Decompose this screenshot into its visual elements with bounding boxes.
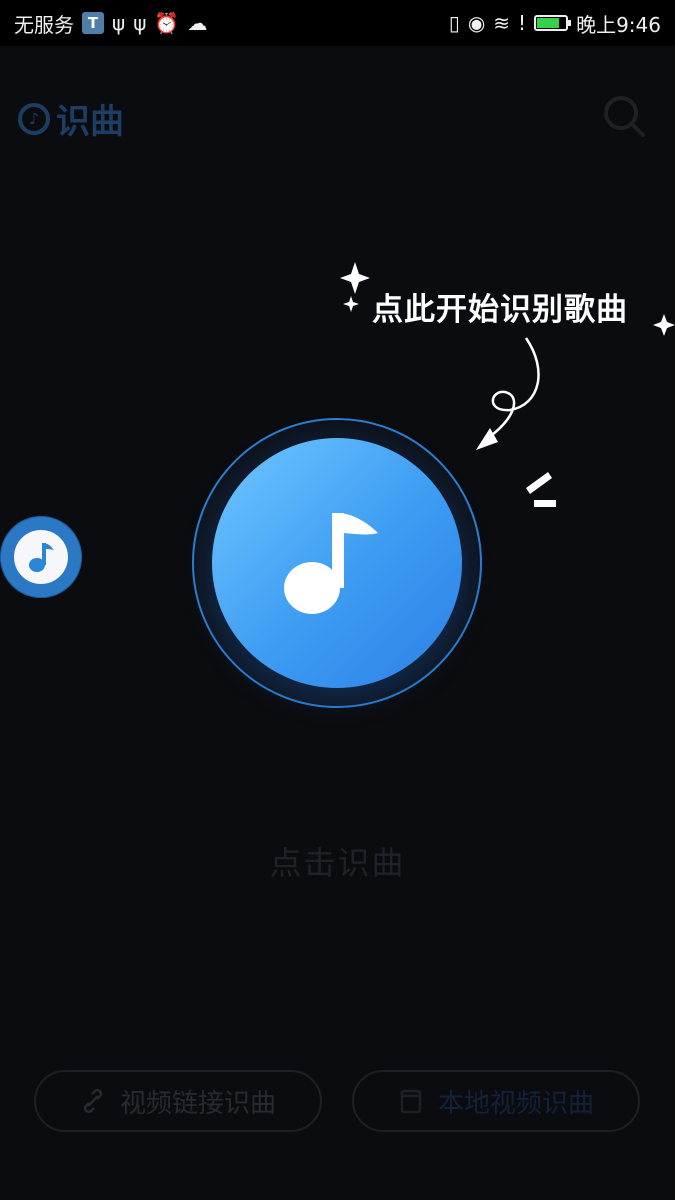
battery-icon <box>534 15 572 31</box>
brand-label: 识曲 <box>56 102 124 142</box>
recognize-button[interactable] <box>212 438 462 688</box>
music-note-icon <box>284 513 378 614</box>
vibrate-icon: ▯ <box>448 11 460 35</box>
music-note-icon <box>29 543 54 572</box>
alarm-icon: ⏰ <box>154 11 180 35</box>
battery-level <box>537 18 559 28</box>
local-video-recognize-button[interactable]: 本地视频识曲 <box>352 1070 640 1132</box>
music-logo-icon: ♪ <box>18 102 50 135</box>
floating-recognize-button[interactable] <box>0 516 82 598</box>
clock-text: 晚上9:46 <box>576 12 661 37</box>
status-right: ▯ ◉ ≋ ! 晚上9:46 <box>449 9 661 38</box>
video-link-label: 视频链接识曲 <box>119 1088 276 1119</box>
tap-to-recognize-label: 点击识曲 <box>269 844 406 882</box>
eye-icon: ◉ <box>467 11 486 35</box>
search-icon <box>604 96 645 137</box>
floating-inner <box>14 530 68 584</box>
usb-icon: ψ <box>112 11 126 35</box>
file-icon <box>400 1089 422 1114</box>
search-button[interactable] <box>600 92 648 140</box>
brand: ♪ 识曲 <box>18 94 124 143</box>
emphasis-marks-icon <box>526 472 556 507</box>
usb-icon-2: ψ <box>133 11 147 35</box>
sim-alert-icon: ! <box>518 11 527 35</box>
video-link-recognize-button[interactable]: 视频链接识曲 <box>34 1070 322 1132</box>
hint-text: 点此开始识别歌曲 <box>372 292 628 328</box>
local-video-label: 本地视频识曲 <box>437 1088 594 1119</box>
wifi-icon: ≋ <box>493 11 511 35</box>
status-bar: 无服务 T ψ ψ ⏰ ☁ ▯ ◉ ≋ ! 晚上9:46 <box>0 0 675 46</box>
arrow-head-icon <box>476 428 498 450</box>
app-header: ♪ 识曲 <box>0 70 675 160</box>
t-badge-icon: T <box>82 12 104 34</box>
link-icon <box>83 1088 103 1114</box>
cloud-icon: ☁ <box>187 11 208 35</box>
curved-arrow-icon <box>484 337 540 442</box>
status-left: 无服务 T ψ ψ ⏰ ☁ <box>14 9 207 38</box>
carrier-text: 无服务 <box>14 12 74 37</box>
